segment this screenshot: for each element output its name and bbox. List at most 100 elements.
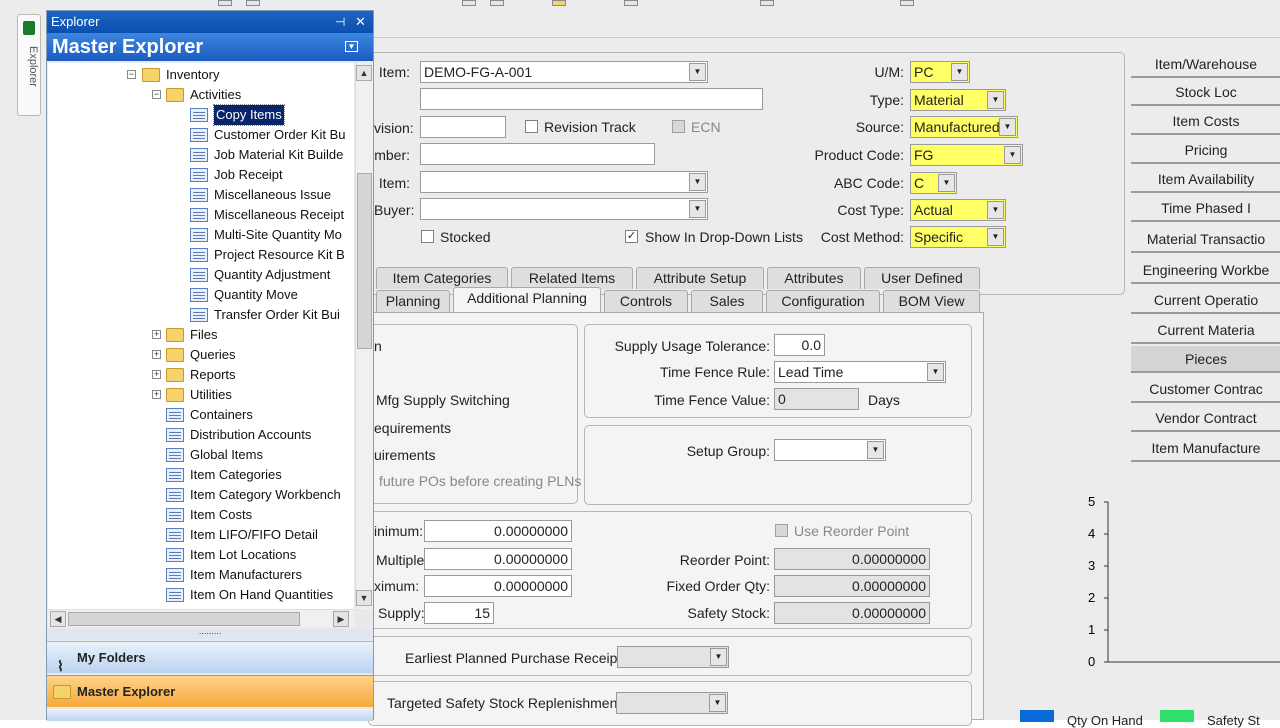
tree-node[interactable]: Project Resource Kit B <box>214 245 345 265</box>
scroll-up-icon[interactable]: ▲ <box>356 65 372 81</box>
tree-node[interactable]: Item Manufacturers <box>190 565 302 585</box>
tree-node[interactable]: Queries <box>190 345 236 365</box>
tree-node[interactable]: Quantity Move <box>214 285 298 305</box>
tree-node[interactable]: Utilities <box>190 385 232 405</box>
tab-related-items[interactable]: Related Items <box>511 267 633 289</box>
tree-node[interactable]: Global Items <box>190 445 263 465</box>
chevron-down-icon[interactable]: ▼ <box>689 200 706 218</box>
um-combo[interactable]: PC ▼ <box>910 61 970 83</box>
tab-controls[interactable]: Controls <box>604 290 688 312</box>
reorder-point-field[interactable]: 0.00000000 <box>774 548 930 570</box>
collapse-icon[interactable]: − <box>127 70 136 79</box>
revision-field[interactable] <box>420 116 506 138</box>
tab-item-categories[interactable]: Item Categories <box>376 267 508 289</box>
related-form-button[interactable]: Vendor Contract <box>1131 405 1280 432</box>
source-combo[interactable]: Manufactured ▼ <box>910 116 1018 138</box>
scroll-thumb[interactable] <box>357 173 372 349</box>
product-code-combo[interactable]: FG ▼ <box>910 144 1023 166</box>
description-field[interactable] <box>420 88 763 110</box>
chevron-down-icon[interactable]: ▼ <box>710 648 727 666</box>
cost-type-combo[interactable]: Actual ▼ <box>910 199 1006 221</box>
tree-node[interactable]: Multi-Site Quantity Mo <box>214 225 342 245</box>
ecn-checkbox[interactable] <box>672 120 685 133</box>
toolbar-button-icon[interactable] <box>246 0 260 6</box>
targeted-safety-stock-combo[interactable]: ▼ <box>616 692 728 714</box>
tree-node[interactable]: Item Lot Locations <box>190 545 296 565</box>
expand-icon[interactable]: + <box>152 370 161 379</box>
buyer-combo[interactable]: ▼ <box>420 198 708 220</box>
related-form-button[interactable]: Pieces <box>1131 346 1280 373</box>
pin-icon[interactable]: ⊣ <box>335 11 345 33</box>
expand-icon[interactable]: + <box>152 390 161 399</box>
stocked-checkbox[interactable] <box>421 230 434 243</box>
tree-horizontal-scrollbar[interactable]: ◀ ▶ <box>48 609 354 627</box>
expand-icon[interactable]: + <box>152 330 161 339</box>
supply-usage-tolerance-field[interactable]: 0.0 <box>774 334 825 356</box>
related-form-button[interactable]: Item Availability <box>1131 166 1280 193</box>
use-reorder-point-checkbox[interactable] <box>775 524 788 537</box>
related-form-button[interactable]: Customer Contrac <box>1131 376 1280 403</box>
related-form-button[interactable]: Item/Warehouse <box>1131 51 1280 78</box>
tab-bom-view[interactable]: BOM View <box>883 290 980 312</box>
tree-node[interactable]: Files <box>190 325 217 345</box>
multiple-field[interactable]: 0.00000000 <box>424 548 572 570</box>
tree-node[interactable]: Job Material Kit Builde <box>214 145 343 165</box>
chevron-down-icon[interactable]: ▼ <box>689 173 706 191</box>
tree-vertical-scrollbar[interactable]: ▲ ▼ <box>355 63 373 609</box>
tab-additional-planning[interactable]: Additional Planning <box>453 287 601 312</box>
tab-attributes[interactable]: Attributes <box>767 267 861 289</box>
show-dropdown-checkbox[interactable]: ✓ <box>625 230 638 243</box>
tab-planning[interactable]: Planning <box>376 290 450 312</box>
toolbar-button-icon[interactable] <box>624 0 638 6</box>
chevron-down-icon[interactable]: ▼ <box>938 174 955 192</box>
chevron-down-icon[interactable]: ▼ <box>987 228 1004 246</box>
tree-node[interactable]: Job Receipt <box>214 165 283 185</box>
toolbar-button-icon[interactable] <box>552 0 566 6</box>
tree-node[interactable]: Item On Hand Quantities <box>190 585 333 605</box>
cost-method-combo[interactable]: Specific ▼ <box>910 226 1006 248</box>
scroll-left-icon[interactable]: ◀ <box>50 611 66 627</box>
my-folders-button[interactable]: ⌇ My Folders <box>47 641 373 674</box>
tree-node[interactable]: Item Category Workbench <box>190 485 341 505</box>
scroll-right-icon[interactable]: ▶ <box>333 611 349 627</box>
time-fence-rule-combo[interactable]: Lead Time ▼ <box>774 361 946 383</box>
item-combo[interactable]: DEMO-FG-A-001 ▼ <box>420 61 708 83</box>
related-form-button[interactable]: Item Manufacture <box>1131 435 1280 462</box>
tree-node[interactable]: Activities <box>190 85 241 105</box>
expand-icon[interactable]: + <box>152 350 161 359</box>
toolbar-button-icon[interactable] <box>760 0 774 6</box>
hscroll-thumb[interactable] <box>68 612 300 626</box>
tree-node[interactable]: Reports <box>190 365 236 385</box>
abc-code-combo[interactable]: C ▼ <box>910 172 957 194</box>
tab-sales[interactable]: Sales <box>691 290 763 312</box>
chevron-down-icon[interactable]: ▼ <box>987 91 1004 109</box>
tree-node[interactable]: Containers <box>190 405 253 425</box>
tree-node[interactable]: Copy Items <box>213 104 285 126</box>
related-form-button[interactable]: Material Transactio <box>1131 226 1280 253</box>
header-collapse-icon[interactable]: ▼ <box>345 41 358 52</box>
chevron-down-icon[interactable]: ▼ <box>867 441 884 459</box>
earliest-planned-purchase-receipt-combo[interactable]: ▼ <box>617 646 729 668</box>
tree-node[interactable]: Item Categories <box>190 465 282 485</box>
master-explorer-button[interactable]: Master Explorer <box>47 675 373 707</box>
close-icon[interactable]: ✕ <box>355 11 366 33</box>
scroll-down-icon[interactable]: ▼ <box>356 590 372 606</box>
related-form-button[interactable]: Current Operatio <box>1131 287 1280 314</box>
chevron-down-icon[interactable]: ▼ <box>709 694 726 712</box>
tree-node[interactable]: Miscellaneous Issue <box>214 185 331 205</box>
related-form-button[interactable]: Time Phased I <box>1131 195 1280 222</box>
tree-node[interactable]: Inventory <box>166 65 219 85</box>
tab-configuration[interactable]: Configuration <box>766 290 880 312</box>
tree-node[interactable]: Transfer Order Kit Bui <box>214 305 340 325</box>
tree-node[interactable]: Item LIFO/FIFO Detail <box>190 525 318 545</box>
tree-node[interactable]: Miscellaneous Receipt <box>214 205 344 225</box>
tab-user-defined[interactable]: User Defined <box>864 267 980 289</box>
tree-node[interactable]: Quantity Adjustment <box>214 265 330 285</box>
chevron-down-icon[interactable]: ▼ <box>999 118 1016 136</box>
chevron-down-icon[interactable]: ▼ <box>1004 146 1021 164</box>
toolbar-button-icon[interactable] <box>218 0 232 6</box>
related-form-button[interactable]: Stock Loc <box>1131 79 1280 106</box>
panel-splitter[interactable]: ∙∙∙∙∙∙∙∙∙ <box>47 629 373 639</box>
toolbar-button-icon[interactable] <box>490 0 504 6</box>
time-fence-value-field[interactable]: 0 <box>774 388 859 410</box>
